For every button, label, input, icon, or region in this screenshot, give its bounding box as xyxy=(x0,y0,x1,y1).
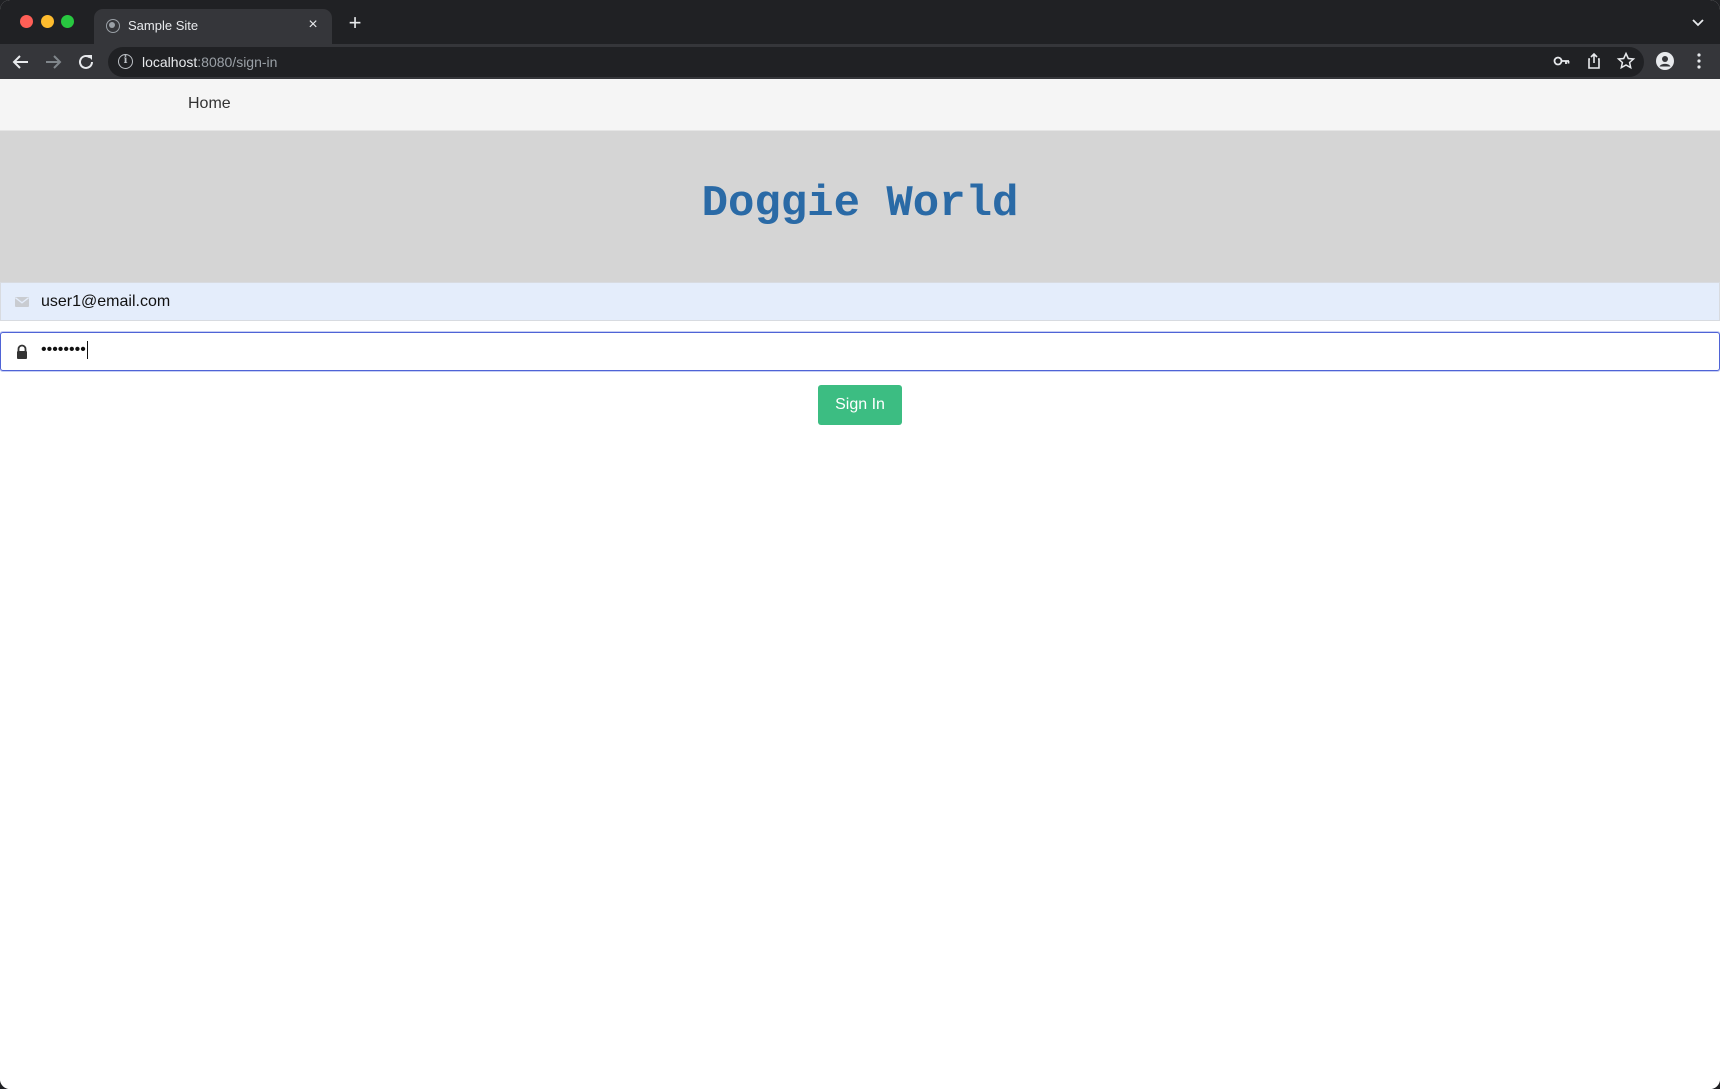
tab-bar: Sample Site × + xyxy=(0,0,1720,44)
tab-search-chevron-icon[interactable] xyxy=(1690,14,1706,30)
kebab-menu-icon[interactable] xyxy=(1688,50,1710,72)
active-tab[interactable]: Sample Site × xyxy=(94,9,332,44)
envelope-icon xyxy=(14,294,30,310)
site-title: Doggie World xyxy=(701,179,1019,229)
close-window-button[interactable] xyxy=(20,15,33,28)
tab-close-icon[interactable]: × xyxy=(304,16,322,34)
url-host: localhost xyxy=(142,54,198,70)
share-icon[interactable] xyxy=(1583,50,1605,72)
bookmark-star-icon[interactable] xyxy=(1615,50,1637,72)
lock-icon xyxy=(14,344,30,360)
password-mask: •••••••• xyxy=(41,341,88,359)
nav-home-link[interactable]: Home xyxy=(188,95,231,113)
sign-in-button[interactable]: Sign In xyxy=(818,385,902,425)
new-tab-button[interactable]: + xyxy=(344,12,366,35)
minimize-window-button[interactable] xyxy=(41,15,54,28)
hero-banner: Doggie World xyxy=(0,131,1720,282)
tab-title: Sample Site xyxy=(128,18,199,33)
email-value: user1@email.com xyxy=(41,293,171,310)
profile-avatar-icon[interactable] xyxy=(1654,50,1676,72)
forward-arrow-icon[interactable] xyxy=(41,50,65,74)
page-viewport: Home Doggie World user1@email.com ••••••… xyxy=(0,79,1720,1089)
site-info-icon[interactable]: i xyxy=(118,54,133,69)
password-mask-text: •••••••• xyxy=(41,341,86,359)
maximize-window-button[interactable] xyxy=(61,15,74,28)
globe-icon xyxy=(106,19,120,33)
back-arrow-icon[interactable] xyxy=(9,50,33,74)
browser-toolbar: i localhost:8080/sign-in xyxy=(0,44,1720,79)
text-caret xyxy=(86,341,88,359)
url-path: :8080/sign-in xyxy=(197,54,278,70)
password-field[interactable]: •••••••• xyxy=(0,332,1720,371)
email-field[interactable]: user1@email.com xyxy=(0,282,1720,321)
reload-icon[interactable] xyxy=(74,50,98,74)
browser-window: Sample Site × + i localhost:8080/sign-in xyxy=(0,0,1720,1089)
key-icon[interactable] xyxy=(1551,50,1573,72)
site-navbar: Home xyxy=(0,79,1720,131)
url-text[interactable]: localhost:8080/sign-in xyxy=(142,54,277,70)
address-bar[interactable]: i localhost:8080/sign-in xyxy=(108,47,1644,77)
